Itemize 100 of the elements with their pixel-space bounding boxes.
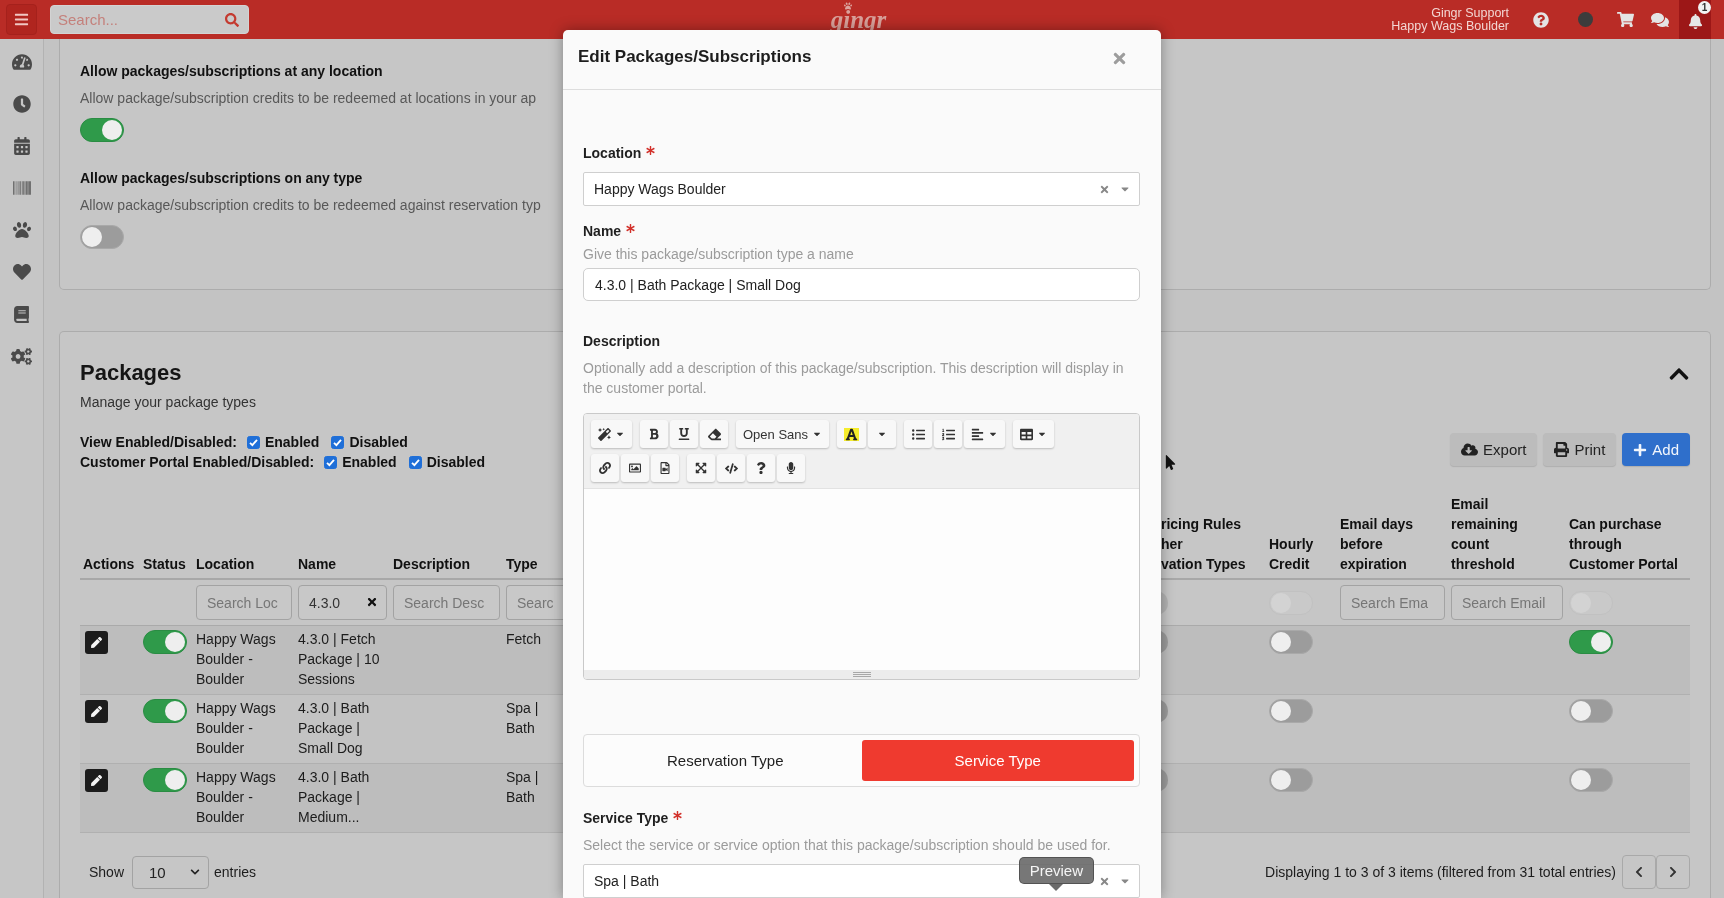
column-header: Actions xyxy=(83,555,135,574)
search-field[interactable]: Search Email xyxy=(1451,585,1563,620)
column-header: Description xyxy=(393,555,470,574)
cart-icon[interactable] xyxy=(1616,11,1634,28)
setting-description: Allow package/subscription credits to be redeemed at locations in your ap xyxy=(80,89,537,108)
paw-icon[interactable] xyxy=(12,221,31,239)
checkbox[interactable] xyxy=(324,455,338,469)
field-label: Location xyxy=(583,144,642,163)
toggle-switch[interactable] xyxy=(1569,768,1613,792)
font-select[interactable]: Open Sans xyxy=(736,420,830,448)
toolbar-button[interactable] xyxy=(747,454,775,482)
bell-icon xyxy=(1687,14,1703,29)
toggle-switch[interactable] xyxy=(1269,630,1313,654)
menu-button[interactable] xyxy=(6,4,37,35)
toolbar-button[interactable] xyxy=(591,420,632,448)
underline-icon xyxy=(678,428,690,440)
table-icon xyxy=(1020,427,1034,441)
table-cell-text: Spa | Bath xyxy=(506,699,540,738)
toolbar-button[interactable] xyxy=(904,420,933,448)
edit-button[interactable] xyxy=(85,700,108,723)
previous-page-button[interactable] xyxy=(1622,855,1656,889)
checkbox[interactable] xyxy=(331,435,345,449)
checkbox-label[interactable]: Enabled xyxy=(264,434,320,450)
toolbar-button[interactable] xyxy=(640,420,668,448)
chevron-down-icon xyxy=(190,867,201,877)
resize-handle-icon[interactable] xyxy=(852,672,871,677)
toolbar-button[interactable] xyxy=(621,454,649,482)
column-header: ricing Rules her vation Types xyxy=(1161,515,1246,574)
checkbox-label[interactable]: Disabled xyxy=(349,434,408,450)
next-page-button[interactable] xyxy=(1656,855,1690,889)
help-icon xyxy=(755,462,767,474)
search-icon[interactable] xyxy=(225,13,239,27)
toolbar-button[interactable] xyxy=(777,454,805,482)
toggle-switch[interactable] xyxy=(1161,768,1168,792)
checkbox-label[interactable]: Disabled xyxy=(426,454,485,470)
text-input[interactable]: 4.3.0 | Bath Package | Small Dog xyxy=(583,268,1140,301)
edit-button[interactable] xyxy=(85,631,108,654)
search-field[interactable]: Searc xyxy=(506,585,563,620)
field-hint: Select the service or service option that this package/subscription should be used for. xyxy=(583,836,1111,855)
toggle-switch[interactable] xyxy=(143,768,187,792)
toolbar-button[interactable] xyxy=(964,420,1006,448)
toggle-switch[interactable] xyxy=(1569,699,1613,723)
toggle-switch[interactable] xyxy=(1269,699,1313,723)
clock-icon[interactable] xyxy=(12,95,31,113)
filter-label: View Enabled/Disabled: xyxy=(80,434,237,450)
close-icon[interactable] xyxy=(1111,50,1128,67)
toolbar-button[interactable] xyxy=(687,454,715,482)
page-size-select[interactable]: 10 xyxy=(132,855,210,889)
segment-tab[interactable]: Reservation Type xyxy=(589,740,862,781)
field-hint: Give this package/subscription type a name xyxy=(583,245,854,264)
toolbar-button[interactable] xyxy=(1013,420,1055,448)
add-button[interactable]: Add xyxy=(1622,433,1690,466)
checkbox[interactable] xyxy=(408,455,422,469)
table-cell-text: Happy Wags Boulder - Boulder xyxy=(196,699,277,758)
barcode-icon[interactable] xyxy=(12,179,31,197)
gauge-icon[interactable] xyxy=(11,52,32,72)
select-field[interactable]: Happy Wags Boulder xyxy=(583,172,1140,206)
checkbox[interactable] xyxy=(246,435,260,449)
toolbar-button[interactable] xyxy=(670,420,698,448)
toggle-switch[interactable] xyxy=(143,630,187,654)
toolbar-button[interactable] xyxy=(591,454,619,482)
user-location[interactable]: Happy Wags Boulder xyxy=(1391,19,1509,33)
toggle-switch[interactable] xyxy=(1269,768,1313,792)
export-button[interactable]: Export xyxy=(1450,433,1538,466)
search-field[interactable]: Search Loc xyxy=(196,585,292,620)
user-name[interactable]: Gingr Support xyxy=(1431,6,1509,20)
toggle-switch[interactable] xyxy=(143,699,187,723)
edit-button[interactable] xyxy=(85,769,108,792)
checkbox-label[interactable]: Enabled xyxy=(342,454,397,470)
search-field[interactable]: 4.3.0 xyxy=(298,585,387,620)
toolbar-button[interactable] xyxy=(934,420,963,448)
help-icon[interactable] xyxy=(1533,11,1549,28)
calendar-icon[interactable] xyxy=(12,137,31,155)
book-icon[interactable] xyxy=(13,305,30,323)
chat-icon[interactable] xyxy=(1651,10,1669,29)
toggle-switch[interactable] xyxy=(80,118,124,142)
heart-icon[interactable] xyxy=(12,263,31,281)
search-field[interactable]: Search... xyxy=(50,5,249,34)
gears-icon[interactable] xyxy=(11,345,32,367)
dialog-title: Edit Packages/Subscriptions xyxy=(578,46,812,67)
segment-tab[interactable]: Service Type xyxy=(861,740,1134,781)
print-button[interactable]: Print xyxy=(1543,433,1617,466)
table-cell-text: Spa | Bath xyxy=(506,768,540,807)
toggle-switch[interactable] xyxy=(1161,630,1168,654)
toolbar-button[interactable] xyxy=(651,454,679,482)
toggle-switch[interactable] xyxy=(1161,699,1168,723)
table-cell-text: Happy Wags Boulder - Boulder xyxy=(196,630,277,689)
column-header: Hourly Credit xyxy=(1269,535,1315,574)
toggle-switch[interactable] xyxy=(80,225,124,249)
cursor-icon xyxy=(1163,455,1178,470)
notifications-button[interactable]: 1 xyxy=(1679,0,1711,39)
toolbar-button[interactable] xyxy=(837,420,867,448)
image-icon xyxy=(629,462,641,474)
pencil-icon xyxy=(91,775,102,786)
clear-icon[interactable] xyxy=(366,596,378,608)
toolbar-button[interactable] xyxy=(717,454,745,482)
toolbar-button[interactable] xyxy=(700,420,728,448)
toggle-switch[interactable] xyxy=(1569,630,1613,654)
search-field[interactable]: Search Desc xyxy=(393,585,500,620)
search-field[interactable]: Search Ema xyxy=(1340,585,1445,620)
